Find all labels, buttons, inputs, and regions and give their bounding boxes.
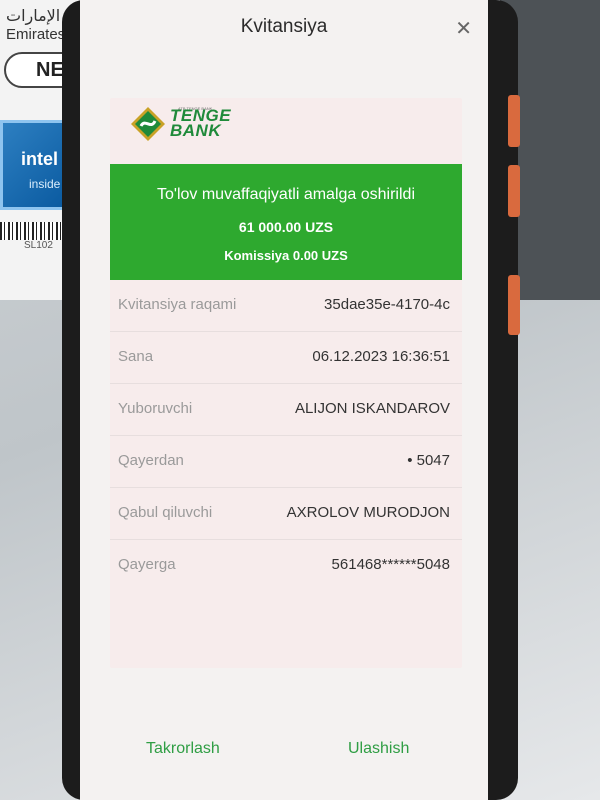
success-message: To'lov muvaffaqiyatli amalga oshirildi bbox=[157, 186, 415, 203]
phone-side-button bbox=[508, 95, 520, 147]
bank-logo-icon bbox=[131, 107, 165, 141]
receipt-card: ATB TENGE BANK TENGE BANK To'lov muvaffa… bbox=[110, 98, 462, 668]
intel-logo: intel bbox=[21, 149, 59, 169]
barcode bbox=[0, 222, 70, 240]
action-bar: Takrorlash Ulashish bbox=[80, 740, 488, 780]
detail-row: Qayerdan • 5047 bbox=[110, 436, 462, 488]
receipt-details: Kvitansiya raqami 35dae35e-4170-4c Sana … bbox=[110, 280, 462, 592]
header: Kvitansiya ✕ bbox=[80, 0, 488, 56]
detail-value: 35dae35e-4170-4c bbox=[324, 296, 450, 313]
bank-logo: ATB TENGE BANK TENGE BANK bbox=[130, 106, 270, 146]
detail-label: Qayerga bbox=[118, 556, 176, 573]
detail-label: Qabul qiluvchi bbox=[118, 504, 213, 521]
intel-sticker: intel inside bbox=[0, 120, 70, 210]
bank-name-line2: BANK bbox=[170, 121, 222, 140]
background-emirates-text: Emirates bbox=[6, 26, 66, 43]
app-screen: Kvitansiya ✕ ATB TENGE BANK TENGE BANK T… bbox=[80, 0, 488, 800]
repeat-button[interactable]: Takrorlash bbox=[146, 740, 220, 758]
barcode-label: SL102 bbox=[24, 240, 53, 251]
phone-side-button bbox=[508, 165, 520, 217]
page-title: Kvitansiya bbox=[240, 16, 328, 37]
detail-value: • 5047 bbox=[407, 452, 450, 469]
close-icon[interactable]: ✕ bbox=[455, 16, 472, 41]
detail-value: AXROLOV MURODJON bbox=[286, 504, 450, 521]
detail-value: 561468******5048 bbox=[331, 556, 450, 573]
detail-value: 06.12.2023 16:36:51 bbox=[312, 348, 450, 365]
detail-label: Yuboruvchi bbox=[118, 400, 193, 417]
detail-label: Kvitansiya raqami bbox=[118, 296, 237, 313]
share-button[interactable]: Ulashish bbox=[348, 740, 409, 758]
detail-row: Sana 06.12.2023 16:36:51 bbox=[110, 332, 462, 384]
background-pill-text: NE bbox=[36, 59, 64, 81]
detail-label: Sana bbox=[118, 348, 154, 365]
detail-row: Qabul qiluvchi AXROLOV MURODJON bbox=[110, 488, 462, 540]
intel-inside-text: inside bbox=[29, 177, 61, 191]
detail-row: Kvitansiya raqami 35dae35e-4170-4c bbox=[110, 280, 462, 332]
detail-label: Qayerdan bbox=[118, 452, 184, 469]
detail-value: ALIJON ISKANDAROV bbox=[294, 400, 450, 417]
detail-row: Qayerga 561468******5048 bbox=[110, 540, 462, 592]
commission: Komissiya 0.00 UZS bbox=[224, 248, 348, 263]
phone-side-button bbox=[508, 275, 520, 335]
detail-row: Yuboruvchi ALIJON ISKANDAROV bbox=[110, 384, 462, 436]
background-arabic-text: الإمارات bbox=[6, 6, 61, 25]
bank-logo-text: TENGE BANK bbox=[170, 107, 231, 140]
success-banner: To'lov muvaffaqiyatli amalga oshirildi 6… bbox=[110, 164, 462, 280]
payment-amount: 61 000.00 UZS bbox=[238, 219, 334, 235]
